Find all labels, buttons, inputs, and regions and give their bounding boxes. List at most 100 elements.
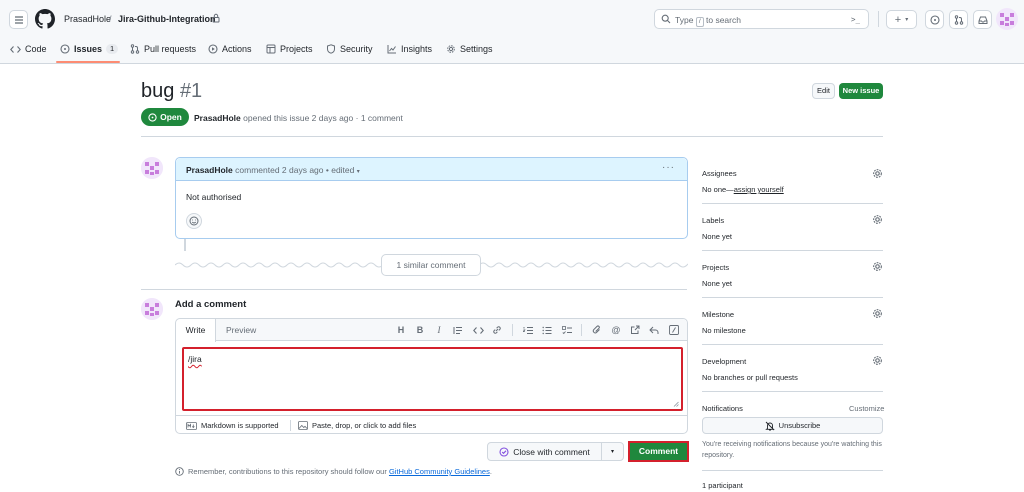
slash-commands-icon[interactable]	[668, 324, 680, 336]
inbox-button[interactable]	[973, 10, 992, 29]
avatar[interactable]	[141, 157, 163, 179]
issue-author-link[interactable]: PrasadHole	[194, 113, 241, 123]
tab-preview[interactable]: Preview	[226, 319, 256, 341]
sidebar-divider	[702, 203, 883, 204]
markdown-help-link[interactable]: Markdown is supported	[186, 421, 279, 430]
comment-submit-button[interactable]: Comment	[628, 441, 689, 462]
code-icon[interactable]	[472, 324, 484, 336]
sidebar-divider	[702, 344, 883, 345]
avatar[interactable]	[141, 298, 163, 320]
heading-icon[interactable]: H	[395, 324, 407, 336]
sidebar-divider	[702, 470, 883, 471]
menu-button[interactable]	[9, 10, 28, 29]
close-with-comment-button[interactable]: Close with comment ▾	[487, 442, 624, 461]
edit-button[interactable]: Edit	[812, 83, 835, 99]
bold-icon[interactable]: B	[414, 324, 426, 336]
comment-meta: PrasadHole commented 2 days ago • edited…	[186, 165, 360, 175]
quote-icon[interactable]	[452, 324, 464, 336]
assignees-value: No one—assign yourself	[702, 185, 784, 194]
tab-code[interactable]: Code	[10, 42, 47, 56]
user-avatar[interactable]	[996, 8, 1018, 30]
gear-icon[interactable]	[872, 308, 883, 319]
inbox-icon	[978, 16, 987, 24]
bell-slash-icon	[764, 421, 775, 430]
projects-heading: Projects	[702, 263, 730, 272]
sidebar-divider	[702, 250, 883, 251]
gear-icon[interactable]	[872, 214, 883, 225]
comment-header: PrasadHole commented 2 days ago • edited…	[176, 158, 687, 181]
comment-author-link[interactable]: PrasadHole	[186, 165, 233, 175]
issue-title: bug #1	[141, 80, 203, 102]
search-input[interactable]: Type / to search >_	[654, 9, 869, 29]
similar-comment-button[interactable]: 1 similar comment	[381, 254, 481, 276]
issues-count-badge: 1	[106, 44, 119, 54]
tab-settings[interactable]: Settings	[446, 42, 493, 56]
footer-divider	[290, 420, 291, 431]
title-divider	[141, 136, 883, 137]
cross-reference-icon[interactable]	[629, 324, 641, 336]
link-icon[interactable]	[491, 324, 503, 336]
unordered-list-icon[interactable]	[541, 324, 553, 336]
attach-files-button[interactable]: Paste, drop, or click to add files	[298, 421, 416, 430]
editor-toolbar: Write Preview H B I @	[176, 319, 687, 342]
task-list-icon[interactable]	[561, 324, 573, 336]
gear-icon[interactable]	[872, 261, 883, 272]
mention-icon[interactable]: @	[610, 324, 622, 336]
issues-button[interactable]	[925, 10, 944, 29]
italic-icon[interactable]: I	[433, 324, 445, 336]
labels-heading: Labels	[702, 216, 725, 225]
create-new-button[interactable]: + ▾	[886, 10, 917, 29]
issue-opened-icon	[929, 14, 940, 25]
tab-write[interactable]: Write	[176, 319, 216, 342]
editor-footer: Markdown is supported Paste, drop, or cl…	[176, 415, 687, 434]
search-icon	[661, 14, 671, 24]
comment-editor: Write Preview H B I @ /jira Markdown is …	[175, 318, 688, 434]
markdown-icon	[186, 421, 197, 430]
tab-security[interactable]: Security	[326, 42, 373, 56]
add-reaction-button[interactable]	[186, 213, 202, 229]
customize-notifications-link[interactable]: Customize	[849, 404, 884, 413]
contribution-guidelines-note: Remember, contributions to this reposito…	[175, 467, 492, 476]
close-options-dropdown[interactable]: ▾	[602, 443, 623, 460]
command-palette-icon[interactable]: >_	[851, 15, 860, 24]
pull-requests-button[interactable]	[949, 10, 968, 29]
new-issue-button[interactable]: New issue	[839, 83, 883, 99]
shield-icon	[327, 44, 335, 54]
graph-icon	[387, 45, 396, 54]
breadcrumb-separator: /	[109, 14, 112, 24]
issue-closed-icon	[499, 446, 509, 457]
github-logo-icon[interactable]	[35, 9, 55, 29]
global-header: PrasadHole / Jira-Github-Integration Typ…	[0, 0, 1024, 64]
milestone-value: No milestone	[702, 326, 746, 335]
resize-handle-icon[interactable]	[673, 401, 679, 407]
repo-owner-link[interactable]: PrasadHole	[64, 14, 111, 24]
reply-icon[interactable]	[648, 324, 660, 336]
comment-textarea-value: /jira	[188, 354, 202, 364]
tab-issues[interactable]: Issues 1	[60, 42, 119, 56]
tab-actions[interactable]: Actions	[208, 42, 252, 56]
assign-yourself-link[interactable]: assign yourself	[734, 185, 784, 194]
close-with-comment-main[interactable]: Close with comment	[488, 443, 602, 460]
code-icon	[10, 45, 21, 53]
comment-textarea[interactable]: /jira	[182, 347, 683, 411]
paperclip-icon[interactable]	[591, 324, 603, 336]
comment-edited-dropdown[interactable]: commented 2 days ago • edited	[235, 165, 354, 175]
issue-opened-icon	[148, 112, 157, 122]
sidebar-divider	[702, 391, 883, 392]
issue-opened-icon	[60, 44, 70, 54]
chevron-down-icon: ▾	[610, 449, 614, 455]
development-value: No branches or pull requests	[702, 373, 798, 382]
tab-projects[interactable]: Projects	[266, 42, 313, 56]
gear-icon[interactable]	[872, 355, 883, 366]
tab-pull-requests[interactable]: Pull requests	[130, 42, 196, 56]
gear-icon[interactable]	[872, 168, 883, 179]
unsubscribe-button[interactable]: Unsubscribe	[702, 417, 883, 434]
notifications-note: You're receiving notifications because y…	[702, 441, 882, 459]
plus-icon: +	[894, 13, 902, 26]
community-guidelines-link[interactable]: GitHub Community Guidelines	[389, 467, 490, 476]
kebab-menu-icon[interactable]: ···	[662, 162, 675, 173]
tab-insights[interactable]: Insights	[387, 42, 432, 56]
ordered-list-icon[interactable]	[522, 324, 534, 336]
timeline-divider	[141, 289, 687, 290]
repo-name-link[interactable]: Jira-Github-Integration	[118, 14, 216, 24]
